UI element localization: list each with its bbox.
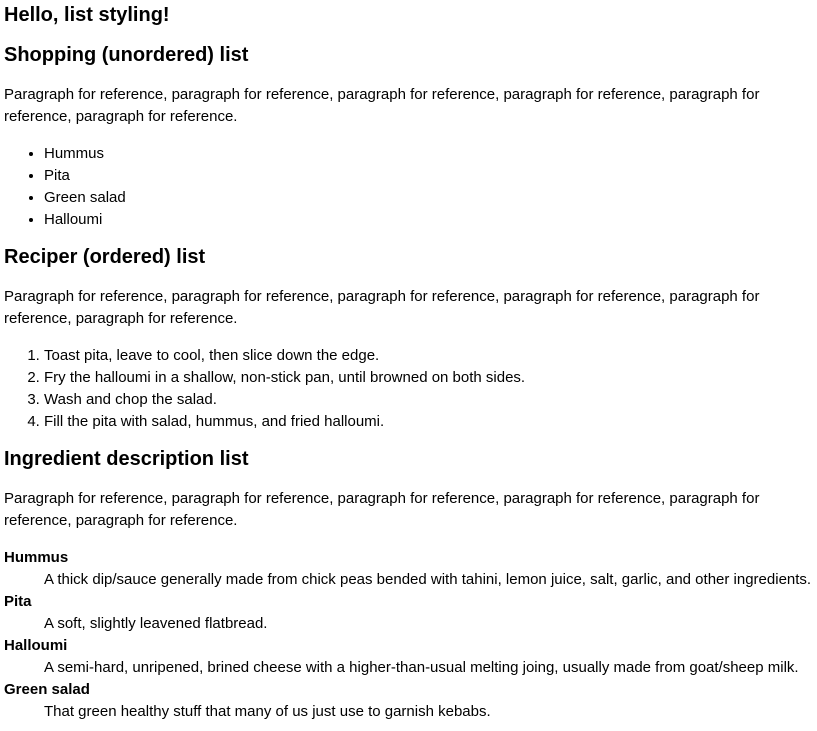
shopping-list-item: Green salad — [44, 187, 813, 209]
shopping-list: Hummus Pita Green salad Halloumi — [4, 143, 813, 231]
shopping-section: Shopping (unordered) list Paragraph for … — [4, 41, 813, 231]
shopping-heading: Shopping (unordered) list — [4, 44, 249, 66]
ingredients-section: Ingredient description list Paragraph fo… — [4, 445, 813, 723]
shopping-list-item: Hummus — [44, 143, 813, 165]
recipe-heading: Reciper (ordered) list — [4, 246, 206, 268]
ingredient-term: Pita — [4, 593, 32, 610]
ingredients-heading: Ingredient description list — [4, 448, 249, 470]
ingredient-description: That green healthy stuff that many of us… — [44, 703, 491, 720]
ingredient-description: A soft, slightly leavened flatbread. — [44, 615, 268, 632]
recipe-list: Toast pita, leave to cool, then slice do… — [4, 345, 813, 433]
recipe-step: Toast pita, leave to cool, then slice do… — [44, 345, 813, 367]
shopping-paragraph: Paragraph for reference, paragraph for r… — [4, 86, 760, 125]
ingredient-description: A semi-hard, unripened, brined cheese wi… — [44, 659, 799, 676]
ingredient-term: Green salad — [4, 681, 90, 698]
ingredient-term: Hummus — [4, 549, 69, 566]
recipe-section: Reciper (ordered) list Paragraph for ref… — [4, 243, 813, 433]
ingredient-description: A thick dip/sauce generally made from ch… — [44, 571, 812, 588]
recipe-step: Fry the halloumi in a shallow, non-stick… — [44, 367, 813, 389]
shopping-list-item: Halloumi — [44, 209, 813, 231]
page-title: Hello, list styling! — [4, 4, 170, 26]
recipe-step: Fill the pita with salad, hummus, and fr… — [44, 411, 813, 433]
shopping-list-item: Pita — [44, 165, 813, 187]
ingredients-paragraph: Paragraph for reference, paragraph for r… — [4, 490, 760, 529]
ingredient-term: Halloumi — [4, 637, 68, 654]
document-body: Hello, list styling! Shopping (unordered… — [0, 1, 817, 723]
recipe-step: Wash and chop the salad. — [44, 389, 813, 411]
recipe-paragraph: Paragraph for reference, paragraph for r… — [4, 288, 760, 327]
ingredient-description-list: Hummus A thick dip/sauce generally made … — [4, 547, 813, 723]
